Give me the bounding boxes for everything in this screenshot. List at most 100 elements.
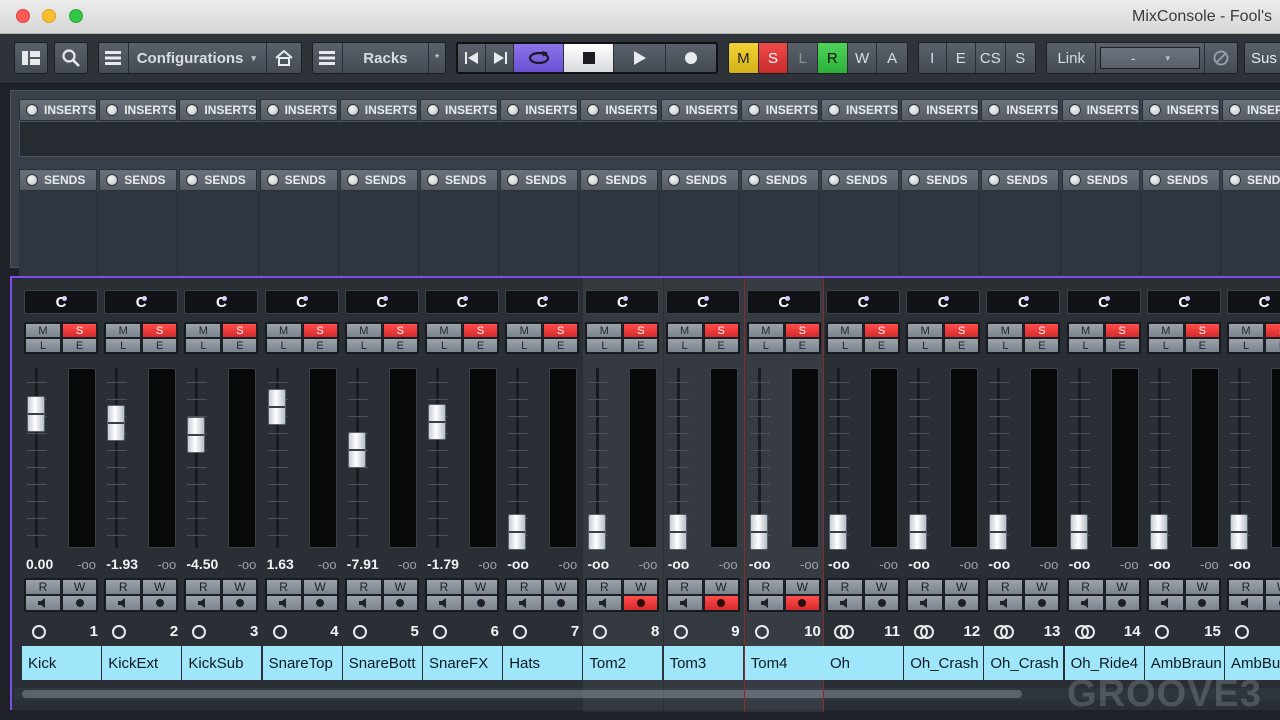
- monitor-button[interactable]: [1147, 595, 1184, 611]
- monitor-button[interactable]: [1228, 595, 1264, 611]
- record-enable-button[interactable]: [944, 595, 980, 611]
- inserts-rack-header[interactable]: INSERTS: [740, 99, 819, 121]
- pan-control[interactable]: C: [826, 290, 900, 314]
- mute-button[interactable]: M: [105, 323, 142, 338]
- fader-track[interactable]: [195, 368, 199, 548]
- edit-button[interactable]: E: [784, 338, 820, 353]
- fader-track[interactable]: [115, 368, 119, 548]
- monitor-button[interactable]: [827, 595, 863, 611]
- listen-button[interactable]: L: [987, 338, 1024, 353]
- maximize-window-button[interactable]: [69, 9, 83, 23]
- record-enable-button[interactable]: [382, 595, 418, 611]
- listen-button[interactable]: L: [426, 338, 462, 353]
- read-automation-button[interactable]: R: [185, 579, 222, 595]
- rack-power-icon[interactable]: [427, 104, 439, 116]
- volume-value[interactable]: -oo: [749, 556, 771, 572]
- mute-button[interactable]: M: [25, 323, 61, 338]
- pan-control[interactable]: C: [665, 290, 740, 314]
- listen-button[interactable]: L: [666, 338, 703, 353]
- edit-button[interactable]: E: [463, 338, 498, 353]
- record-enable-button[interactable]: [1024, 595, 1060, 611]
- rack-power-icon[interactable]: [1148, 174, 1161, 186]
- channel-link-icon[interactable]: [513, 625, 528, 639]
- mute-button[interactable]: M: [1147, 323, 1184, 338]
- inserts-rack-header[interactable]: INSERTS: [1141, 99, 1220, 121]
- read-automation-button[interactable]: R: [1228, 579, 1264, 595]
- rack-power-icon[interactable]: [346, 104, 359, 116]
- volume-fader-handle[interactable]: [107, 404, 126, 441]
- record-enable-button[interactable]: [623, 595, 659, 611]
- layout-button[interactable]: [14, 42, 48, 74]
- rack-power-icon[interactable]: [587, 104, 600, 116]
- write-automation-button[interactable]: W: [864, 579, 899, 595]
- monitor-button[interactable]: [586, 595, 623, 611]
- read-automation-button[interactable]: R: [747, 579, 784, 595]
- volume-fader-handle[interactable]: [749, 514, 768, 550]
- configurations-menu-button[interactable]: [99, 43, 129, 73]
- solo-button[interactable]: S: [703, 323, 739, 338]
- rack-power-icon[interactable]: [667, 174, 680, 186]
- listen-button[interactable]: L: [105, 338, 142, 353]
- edit-button[interactable]: E: [222, 338, 258, 353]
- solo-button[interactable]: S: [463, 323, 498, 338]
- monitor-button[interactable]: [987, 595, 1024, 611]
- rack-power-icon[interactable]: [747, 174, 760, 186]
- sends-rack-header[interactable]: SENDS: [981, 169, 1060, 191]
- racks-button[interactable]: Racks: [342, 43, 430, 73]
- peak-value[interactable]: -oo: [1200, 557, 1219, 572]
- listen-button[interactable]: L: [1147, 338, 1184, 353]
- monitor-button[interactable]: [345, 595, 382, 611]
- inserts-rack-header[interactable]: INSERTS: [99, 99, 178, 121]
- suspend-link-button[interactable]: [1205, 43, 1237, 73]
- write-automation-button[interactable]: W: [847, 43, 878, 73]
- rack-power-icon[interactable]: [346, 174, 359, 186]
- sends-rack-header[interactable]: SENDS: [1141, 169, 1220, 191]
- peak-value[interactable]: -oo: [238, 557, 257, 572]
- inserts-slot-area[interactable]: [19, 121, 1280, 157]
- record-enable-button[interactable]: [62, 595, 97, 611]
- solo-button[interactable]: S: [1104, 323, 1140, 338]
- volume-value[interactable]: -oo: [828, 556, 850, 572]
- solo-button[interactable]: S: [623, 323, 659, 338]
- read-automation-button[interactable]: R: [506, 579, 543, 595]
- rack-power-icon[interactable]: [908, 104, 921, 116]
- rack-power-icon[interactable]: [106, 174, 119, 186]
- peak-value[interactable]: -oo: [77, 557, 96, 572]
- read-automation-button[interactable]: R: [105, 579, 142, 595]
- solo-status-button[interactable]: S: [758, 43, 789, 73]
- rack-power-icon[interactable]: [908, 174, 921, 186]
- volume-fader-handle[interactable]: [989, 514, 1008, 550]
- write-automation-button[interactable]: W: [784, 579, 820, 595]
- edit-button[interactable]: E: [62, 338, 97, 353]
- volume-fader-handle[interactable]: [1149, 514, 1168, 550]
- read-automation-button[interactable]: R: [265, 579, 302, 595]
- volume-fader-handle[interactable]: [508, 514, 527, 550]
- channel-name[interactable]: SnareFX: [423, 646, 502, 680]
- record-enable-button[interactable]: [864, 595, 899, 611]
- fader-track[interactable]: [436, 368, 439, 548]
- channel-name[interactable]: Oh_Crash: [984, 646, 1064, 680]
- inserts-rack-header[interactable]: INSERTS: [339, 99, 418, 121]
- peak-value[interactable]: -oo: [800, 557, 819, 572]
- channel-link-icon[interactable]: [593, 625, 608, 639]
- monitor-button[interactable]: [265, 595, 302, 611]
- channel-name[interactable]: Kick: [22, 646, 101, 680]
- listen-button[interactable]: L: [506, 338, 543, 353]
- monitor-button[interactable]: [185, 595, 222, 611]
- pan-control[interactable]: C: [184, 290, 259, 314]
- inserts-rack-header[interactable]: INSERTS: [821, 99, 899, 121]
- record-enable-button[interactable]: [1184, 595, 1220, 611]
- rack-power-icon[interactable]: [1068, 104, 1081, 116]
- solo-button[interactable]: S: [1024, 323, 1060, 338]
- rack-power-icon[interactable]: [1148, 104, 1161, 116]
- sends-rack-header[interactable]: SENDS: [740, 169, 819, 191]
- cycle-button[interactable]: [514, 44, 564, 72]
- monitor-button[interactable]: [907, 595, 944, 611]
- listen-button[interactable]: L: [1067, 338, 1104, 353]
- inserts-rack-header[interactable]: INSERTS: [1061, 99, 1140, 121]
- channel-name[interactable]: Oh_Crash: [904, 646, 984, 680]
- configurations-dropdown[interactable]: Configurations ▾: [128, 43, 268, 73]
- channel-link-icon[interactable]: [754, 625, 769, 639]
- channel-link-icon[interactable]: [433, 625, 447, 639]
- pan-control[interactable]: C: [344, 290, 419, 314]
